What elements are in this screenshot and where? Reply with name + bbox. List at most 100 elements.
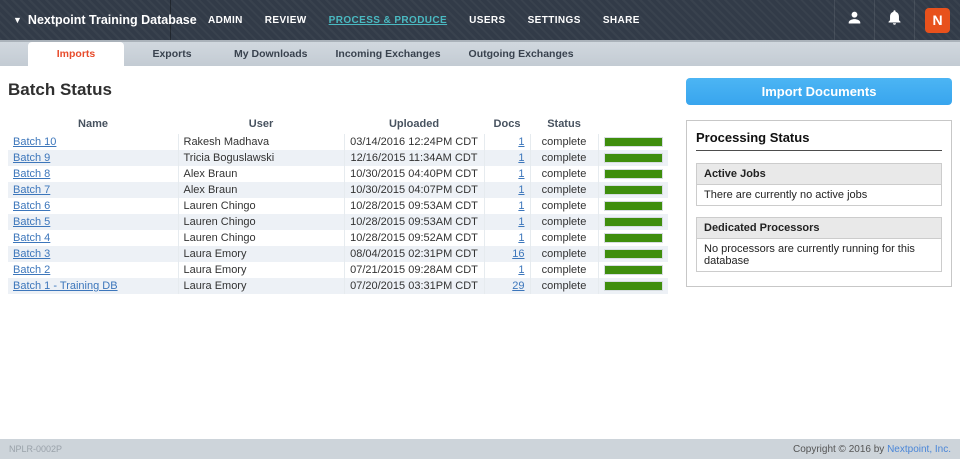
database-switcher[interactable]: ▼ Nextpoint Training Database [0,0,197,40]
progress-cell [597,278,668,294]
nav-link[interactable]: SETTINGS [517,15,592,26]
batch-link[interactable]: Batch 4 [13,232,50,244]
progress-bar-fill [604,218,662,226]
user-cell: Alex Braun [177,166,344,182]
uploaded-cell: 07/21/2015 09:28AM CDT [343,262,484,278]
database-title: Nextpoint Training Database [27,13,197,27]
progress-cell [597,230,668,246]
docs-count-link[interactable]: 1 [518,184,524,196]
progress-bar-fill [604,234,662,242]
uploaded-cell: 03/14/2016 12:24PM CDT [343,134,484,150]
section-body: No processors are currently running for … [697,239,941,271]
section-body: There are currently no active jobs [697,185,941,205]
batch-link[interactable]: Batch 6 [13,200,50,212]
docs-count-link[interactable]: 29 [512,280,524,292]
batch-link[interactable]: Batch 3 [13,248,50,260]
batch-link[interactable]: Batch 7 [13,184,50,196]
sidebar: Import Documents Processing Status Activ… [686,78,952,439]
progress-cell [597,262,668,278]
nextpoint-link[interactable]: Nextpoint, Inc. [887,444,951,455]
batch-link[interactable]: Batch 10 [13,136,56,148]
navbar-right: N [834,0,960,40]
table-row: Batch 7 Alex Braun 10/30/2015 04:07PM CD… [8,182,668,198]
tab[interactable]: Incoming Exchanges [322,42,455,66]
page-title: Batch Status [8,80,112,99]
progress-bar-fill [604,138,662,146]
nextpoint-logo-button[interactable]: N [914,0,960,40]
database-code: NPLR-0002P [9,444,63,454]
progress-cell [597,246,668,262]
user-cell: Laura Emory [177,246,344,262]
progress-bar-track [603,281,663,291]
nav-link[interactable]: SHARE [592,15,651,26]
status-cell: complete [529,262,598,278]
section-header: Active Jobs [697,164,941,185]
table-row: Batch 2 Laura Emory 07/21/2015 09:28AM C… [8,262,668,278]
status-cell: complete [529,150,598,166]
progress-bar-fill [604,154,662,162]
tab[interactable]: Imports [28,42,124,66]
batch-link[interactable]: Batch 1 - Training DB [13,280,118,292]
tab[interactable]: Exports [124,42,220,66]
user-cell: Lauren Chingo [177,214,344,230]
main-content: Batch Status Name User Uploaded Docs Sta… [0,66,960,439]
progress-bar-fill [604,282,662,290]
status-cell: complete [529,134,598,150]
table-row: Batch 4 Lauren Chingo 10/28/2015 09:52AM… [8,230,668,246]
import-documents-button[interactable]: Import Documents [686,78,952,105]
batch-link[interactable]: Batch 5 [13,216,50,228]
section-header: Dedicated Processors [697,218,941,239]
nav-link[interactable]: ADMIN [197,15,254,26]
tab[interactable]: Outgoing Exchanges [455,42,588,66]
section-tabbar: Imports Exports My Downloads Incoming Ex… [0,40,960,66]
user-account-button[interactable] [834,0,874,40]
batch-link[interactable]: Batch 8 [13,168,50,180]
status-cell: complete [529,278,598,294]
progress-bar-fill [604,266,662,274]
tab[interactable]: My Downloads [220,42,322,66]
footer: NPLR-0002P Copyright © 2016 by Nextpoint… [0,439,960,459]
user-cell: Lauren Chingo [177,198,344,214]
batch-link[interactable]: Batch 9 [13,152,50,164]
nav-link[interactable]: PROCESS & PRODUCE [318,15,459,26]
progress-bar-track [603,153,663,163]
processing-status-section: Active Jobs There are currently no activ… [696,163,942,206]
col-header-docs: Docs [493,118,521,130]
progress-bar-track [603,233,663,243]
batch-link[interactable]: Batch 2 [13,264,50,276]
progress-bar-fill [604,250,662,258]
col-header-uploaded: Uploaded [388,118,440,130]
table-row: Batch 9 Tricia Boguslawski 12/16/2015 11… [8,150,668,166]
top-navbar: ▼ Nextpoint Training Database ADMIN REVI… [0,0,960,40]
col-header-name: Name [78,118,108,130]
docs-count-link[interactable]: 1 [518,152,524,164]
docs-count-link[interactable]: 1 [518,216,524,228]
main-nav: ADMIN REVIEW PROCESS & PRODUCE USERS SET… [197,0,651,40]
docs-count-link[interactable]: 16 [512,248,524,260]
nav-link[interactable]: REVIEW [254,15,318,26]
docs-count-link[interactable]: 1 [518,200,524,212]
progress-bar-track [603,265,663,275]
docs-count-link[interactable]: 1 [518,136,524,148]
status-cell: complete [529,246,598,262]
notifications-button[interactable] [874,0,914,40]
table-header-row: Name User Uploaded Docs Status [8,115,668,134]
progress-cell [597,134,668,150]
uploaded-cell: 10/28/2015 09:53AM CDT [343,198,484,214]
docs-count-link[interactable]: 1 [518,264,524,276]
progress-cell [597,214,668,230]
table-row: Batch 6 Lauren Chingo 10/28/2015 09:53AM… [8,198,668,214]
progress-bar-track [603,185,663,195]
uploaded-cell: 10/28/2015 09:52AM CDT [343,230,484,246]
user-cell: Lauren Chingo [177,230,344,246]
nav-link[interactable]: USERS [458,15,516,26]
progress-bar-track [603,201,663,211]
col-header-progress [598,115,668,134]
docs-count-link[interactable]: 1 [518,168,524,180]
copyright: Copyright © 2016 by Nextpoint, Inc. [793,444,951,455]
table-row: Batch 8 Alex Braun 10/30/2015 04:40PM CD… [8,166,668,182]
docs-count-link[interactable]: 1 [518,232,524,244]
status-cell: complete [529,230,598,246]
progress-bar-fill [604,202,662,210]
table-row: Batch 3 Laura Emory 08/04/2015 02:31PM C… [8,246,668,262]
